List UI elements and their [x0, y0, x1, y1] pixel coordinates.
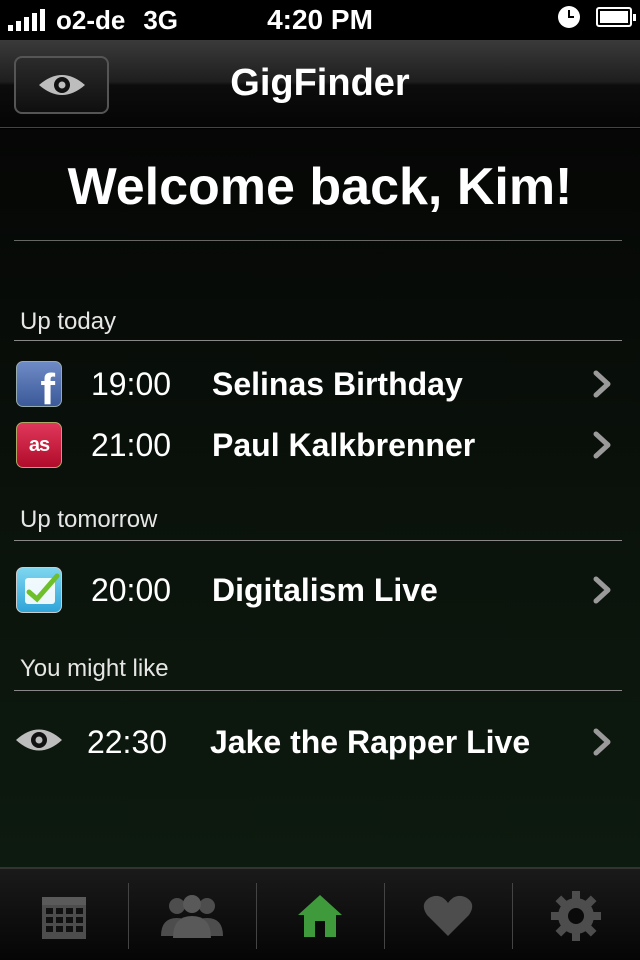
facebook-icon: f: [16, 361, 62, 407]
event-time: 21:00: [90, 427, 172, 463]
lastfm-icon: as: [16, 422, 62, 468]
event-time: 22:30: [86, 724, 168, 760]
tab-settings[interactable]: [512, 869, 640, 960]
home-content: Welcome back, Kim! Up today f 19:00 Seli…: [0, 129, 640, 867]
section-label-up-tomorrow: Up tomorrow: [20, 506, 158, 533]
event-time: 19:00: [90, 366, 172, 402]
people-icon: [161, 894, 223, 938]
status-right: [558, 6, 636, 28]
chevron-right-icon: [593, 576, 611, 604]
tab-calendar[interactable]: [0, 869, 128, 960]
chevron-right-icon: [593, 431, 611, 459]
chevron-right-icon: [593, 728, 611, 756]
event-row[interactable]: 20:00 Digitalism Live: [0, 561, 640, 617]
battery-icon: [596, 7, 636, 27]
gear-icon: [551, 890, 601, 941]
tab-bar: [0, 867, 640, 960]
event-row[interactable]: as 21:00 Paul Kalkbrenner: [0, 416, 640, 472]
event-row[interactable]: f 19:00 Selinas Birthday: [0, 355, 640, 411]
home-icon: [298, 894, 342, 937]
event-row[interactable]: 22:30 Jake the Rapper Live: [0, 713, 640, 769]
divider: [14, 340, 622, 341]
event-title: Selinas Birthday: [212, 366, 463, 402]
divider: [14, 240, 622, 241]
chevron-right-icon: [593, 370, 611, 398]
event-title: Digitalism Live: [212, 572, 438, 608]
section-label-you-might-like: You might like: [20, 655, 169, 682]
navigation-bar: GigFinder: [0, 40, 640, 128]
status-time: 4:20 PM: [267, 4, 373, 35]
tab-home[interactable]: [256, 869, 384, 960]
event-time: 20:00: [90, 572, 172, 608]
tab-friends[interactable]: [128, 869, 256, 960]
calendar-icon: [42, 896, 86, 939]
event-title: Paul Kalkbrenner: [212, 427, 476, 463]
heart-icon: [423, 895, 473, 936]
welcome-heading: Welcome back, Kim!: [67, 158, 573, 216]
section-label-up-today: Up today: [20, 308, 117, 335]
eye-icon: [16, 729, 62, 751]
divider: [14, 540, 622, 541]
app-title: GigFinder: [230, 62, 410, 104]
status-bar: o2-de 3G 4:20 PM: [0, 0, 640, 40]
tab-favorites[interactable]: [384, 869, 512, 960]
event-title: Jake the Rapper Live: [210, 724, 531, 760]
foursquare-icon: [16, 567, 62, 613]
divider: [14, 690, 622, 691]
alarm-clock-icon: [558, 6, 580, 28]
